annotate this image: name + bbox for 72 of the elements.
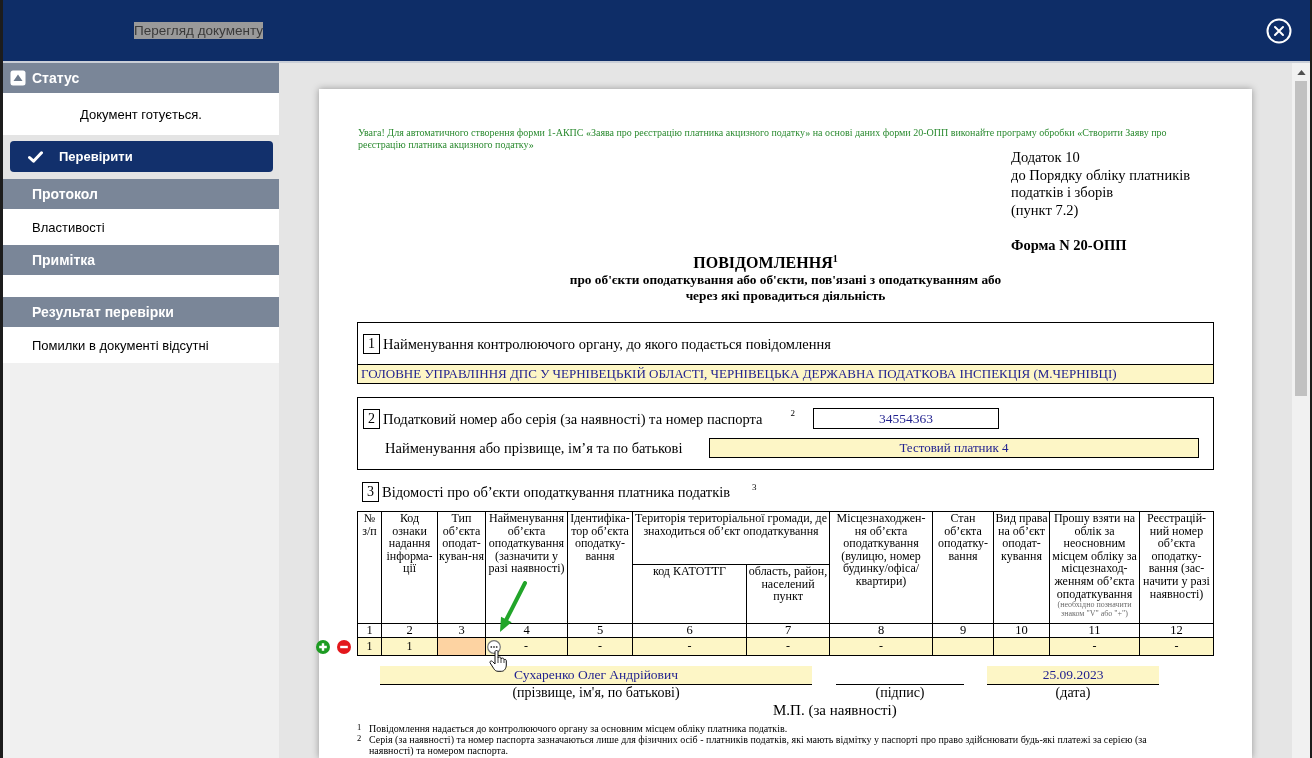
footnote-text: Серія (за наявності) та номер паспорта зазначаються лише для фізичних осіб - платників податків, які мають відмітку у паспорті про право здійснювати будь-які платежі за серією (за наявності) та номером паспорта. [369, 734, 1148, 756]
input-field[interactable]: Сухаренко Олег Андрійович [380, 666, 812, 685]
input-field[interactable]: 25.09.2023 [987, 666, 1159, 685]
panel-header[interactable]: Результат перевірки [3, 297, 279, 327]
footnote-ref: 3 [752, 482, 757, 492]
section-label: Відомості про об’єкти оподаткування платника податків [382, 483, 731, 502]
footnote-mark: 1 [357, 723, 363, 734]
footnote-ref: 2 [790, 408, 796, 418]
column-number: 8 [829, 623, 933, 638]
column-number: 9 [932, 623, 994, 638]
field-label: Найменування або прізвище, ім’я та по батькові [385, 439, 684, 458]
section-number: 1 [363, 334, 380, 354]
hand-cursor-icon [489, 650, 507, 672]
column-heading: Територія територіальної громади, де знаходиться об’єкт оподаткування [634, 512, 828, 538]
checkmark-icon [28, 150, 43, 163]
column-heading: Вид права на об’єкт оподат-кування [995, 512, 1048, 563]
column-number: 12 [1139, 623, 1214, 638]
footnote-mark: 2 [357, 734, 363, 745]
section-number: 3 [362, 482, 379, 502]
notice-text: Увага! Для автоматичного створення форми 1-АКПС «Заява про реєстрацію платника акцизного податку» на основі даних форми 20-ОПП виконайте програму обробки «Створити Заяву про реєстрацію платника акцизного податку» [357, 127, 1168, 151]
column-number: 7 [746, 623, 830, 638]
result-text: Помилки в документі відсутні [32, 337, 209, 353]
sidebar-link[interactable]: Властивості [32, 219, 105, 235]
scrollbar-thumb[interactable] [1295, 81, 1307, 396]
column-heading: Реєстрацій-ний номер об’єкта оподатку-вання (зас-начити у разі наявності) [1142, 512, 1211, 601]
panel-header[interactable]: Статус [3, 63, 279, 93]
stamp-note: М.П. (за наявності) [773, 702, 897, 718]
document-subtitle: про об'єкти оподаткування або об'єкти, пов'язані з оподаткуванням або через які провадиться діяльність [568, 272, 1003, 304]
scrollbar[interactable] [1292, 63, 1310, 758]
column-heading: код КАТОТТГ [652, 565, 727, 578]
document-title: ПОВІДОМЛЕННЯ$^{1}$ [692, 254, 839, 272]
field-caption: (прізвище, ім'я, по батькові) [511, 685, 681, 700]
column-number: 5 [567, 623, 633, 638]
column-heading: область, район, населений пункт [748, 565, 828, 603]
section-label: Найменування контролюючого органу, до якого подається повідомлення [383, 335, 831, 354]
footnote-text: Повідомлення надається до контролюючого органу за основним місцем обліку платника податків. [369, 723, 788, 734]
field-caption: (підпис) [874, 685, 926, 700]
form-number: Форма N 20-ОПП [1011, 237, 1128, 254]
column-heading: Місцезнаходжен-ня об’єкта оподаткування (вулицю, номер будинку/офіса/ квартири) [835, 512, 927, 588]
panel-header[interactable]: Протокол [3, 179, 279, 209]
column-number: 11 [1049, 623, 1140, 638]
column-number: 3 [437, 623, 486, 638]
panel-header[interactable]: Примітка [3, 245, 279, 275]
column-number: 1 [357, 623, 382, 638]
column-number: 6 [632, 623, 747, 638]
column-heading: Прошу взяти на облік за неосновним місцем обліку за місцезнаход-женням об’єкта оподаткування [1051, 512, 1138, 601]
scroll-up-icon[interactable] [1296, 70, 1306, 75]
field-caption: (дата) [1054, 685, 1092, 700]
column-note: (необхідно позначити знаком "V" або "+") [1056, 601, 1133, 619]
ellipsis-icon [487, 639, 501, 654]
input-field[interactable]: ГОЛОВНЕ УПРАВЛІННЯ ДПС У ЧЕРНІВЕЦЬКІЙ ОБЛАСТІ, ЧЕРНІВЕЦЬКА ДЕРЖАВНА ПОДАТКОВА ІНСПЕКЦІЯ (М.ЧЕРНІВЦІ) [358, 364, 1213, 383]
window-title: Перегляд документу [134, 22, 264, 39]
close-button[interactable] [1266, 17, 1292, 44]
close-icon [1266, 17, 1292, 44]
section-label: Податковий номер або серія (за наявності) та номер паспорта [383, 409, 763, 429]
input-field[interactable]: Тестовий платник 4 [709, 438, 1199, 458]
annotation-arrow [498, 581, 528, 633]
column-heading: Тип об’єкта оподат-куван-ня [439, 512, 484, 563]
status-text: Документ готується. [80, 106, 202, 122]
check-button[interactable]: Перевірити [10, 141, 273, 172]
section-number: 2 [363, 408, 380, 429]
column-heading: Код ознаки надання інформа-ції [385, 512, 434, 575]
input-field[interactable]: 34554363 [813, 408, 1000, 429]
column-heading: № з/п [361, 512, 378, 538]
column-heading: Ідентифіка-тор об’єкта оподатку-вання [569, 512, 631, 563]
column-heading: Найменування об’єкта оподаткування (зазначити у разі наявності) [487, 512, 566, 575]
appendix-text: Додаток 10 до Порядку обліку платників податків і зборів (пункт 7.2) [1011, 149, 1192, 219]
column-number: 10 [993, 623, 1050, 638]
column-heading: Стан об’єкта оподатку-вання [936, 512, 990, 563]
column-number: 2 [381, 623, 438, 638]
plus-icon[interactable] [316, 640, 330, 654]
minus-icon[interactable] [337, 640, 351, 654]
